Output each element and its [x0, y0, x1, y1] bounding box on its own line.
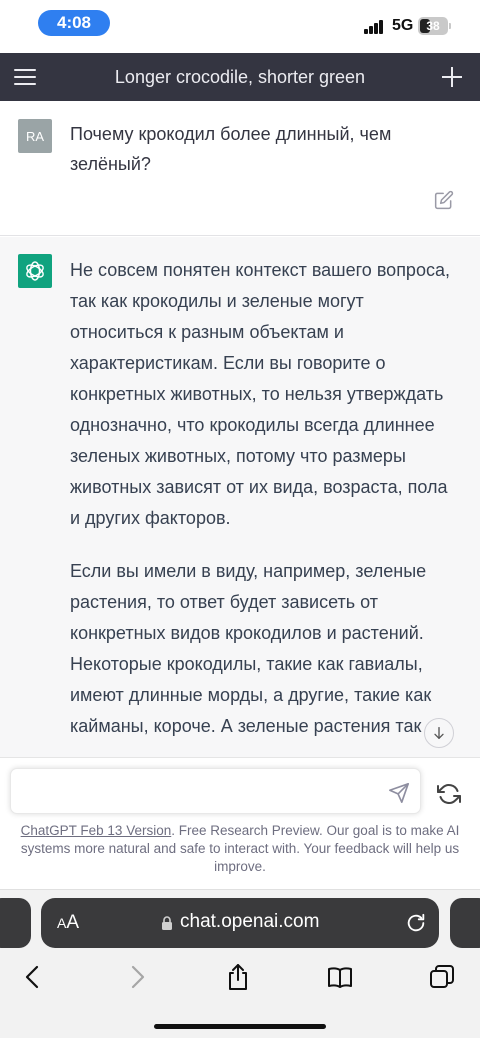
lock-icon — [162, 916, 172, 930]
chat-header: Longer crocodile, shorter green — [0, 53, 480, 101]
share-icon[interactable] — [223, 962, 253, 992]
battery-cap — [449, 23, 451, 29]
screen: 4:08 5G 38 Longer crocodile, shorter gre… — [0, 0, 480, 1038]
arrow-down-icon — [434, 727, 444, 739]
openai-logo-icon — [18, 254, 52, 288]
next-tab-preview[interactable] — [450, 898, 480, 948]
regenerate-icon[interactable] — [437, 782, 461, 806]
message-input-box[interactable] — [10, 768, 421, 814]
send-icon[interactable] — [388, 782, 410, 804]
reload-icon[interactable] — [405, 912, 427, 934]
browser-toolbar — [0, 952, 480, 1002]
user-message: RA Почему крокодил более длинный, чем зе… — [0, 101, 480, 236]
assistant-message: Не совсем понятен контекст вашего вопрос… — [0, 237, 480, 757]
disclaimer: ChatGPT Feb 13 Version. Free Research Pr… — [8, 822, 472, 876]
cellular-signal-icon — [364, 20, 384, 34]
edit-icon[interactable] — [434, 190, 454, 210]
menu-icon[interactable] — [14, 69, 36, 86]
conversation-title: Longer crocodile, shorter green — [114, 67, 366, 87]
address-bar[interactable]: AA chat.openai.com — [41, 898, 439, 948]
reader-options-button[interactable]: AA — [57, 912, 79, 934]
scroll-to-bottom-button[interactable] — [424, 718, 454, 748]
status-bar: 4:08 5G 38 — [0, 0, 480, 52]
forward-icon[interactable] — [122, 962, 152, 992]
composer: ChatGPT Feb 13 Version. Free Research Pr… — [0, 757, 480, 889]
previous-tab-preview[interactable] — [0, 898, 31, 948]
network-type: 5G — [392, 17, 414, 34]
back-icon[interactable] — [18, 962, 48, 992]
user-message-text: Почему крокодил более длинный, чем зелён… — [70, 124, 392, 174]
user-avatar: RA — [18, 119, 52, 153]
battery-icon: 38 — [418, 17, 448, 35]
assistant-message-text: Не совсем понятен контекст вашего вопрос… — [70, 255, 462, 757]
url-text: chat.openai.com — [180, 911, 320, 932]
assistant-paragraph: Если вы имели в виду, например, зеленые … — [70, 561, 432, 736]
message-input[interactable] — [23, 781, 373, 803]
browser-bar: AA chat.openai.com — [0, 889, 480, 1038]
new-chat-plus-icon[interactable] — [442, 67, 462, 87]
status-time: 4:08 — [38, 10, 110, 36]
home-indicator[interactable] — [154, 1024, 326, 1029]
battery-level: 38 — [426, 19, 440, 33]
version-link[interactable]: ChatGPT Feb 13 Version — [21, 823, 172, 838]
bookmarks-icon[interactable] — [325, 962, 355, 992]
tabs-icon[interactable] — [427, 962, 457, 992]
assistant-paragraph: Не совсем понятен контекст вашего вопрос… — [70, 260, 450, 528]
